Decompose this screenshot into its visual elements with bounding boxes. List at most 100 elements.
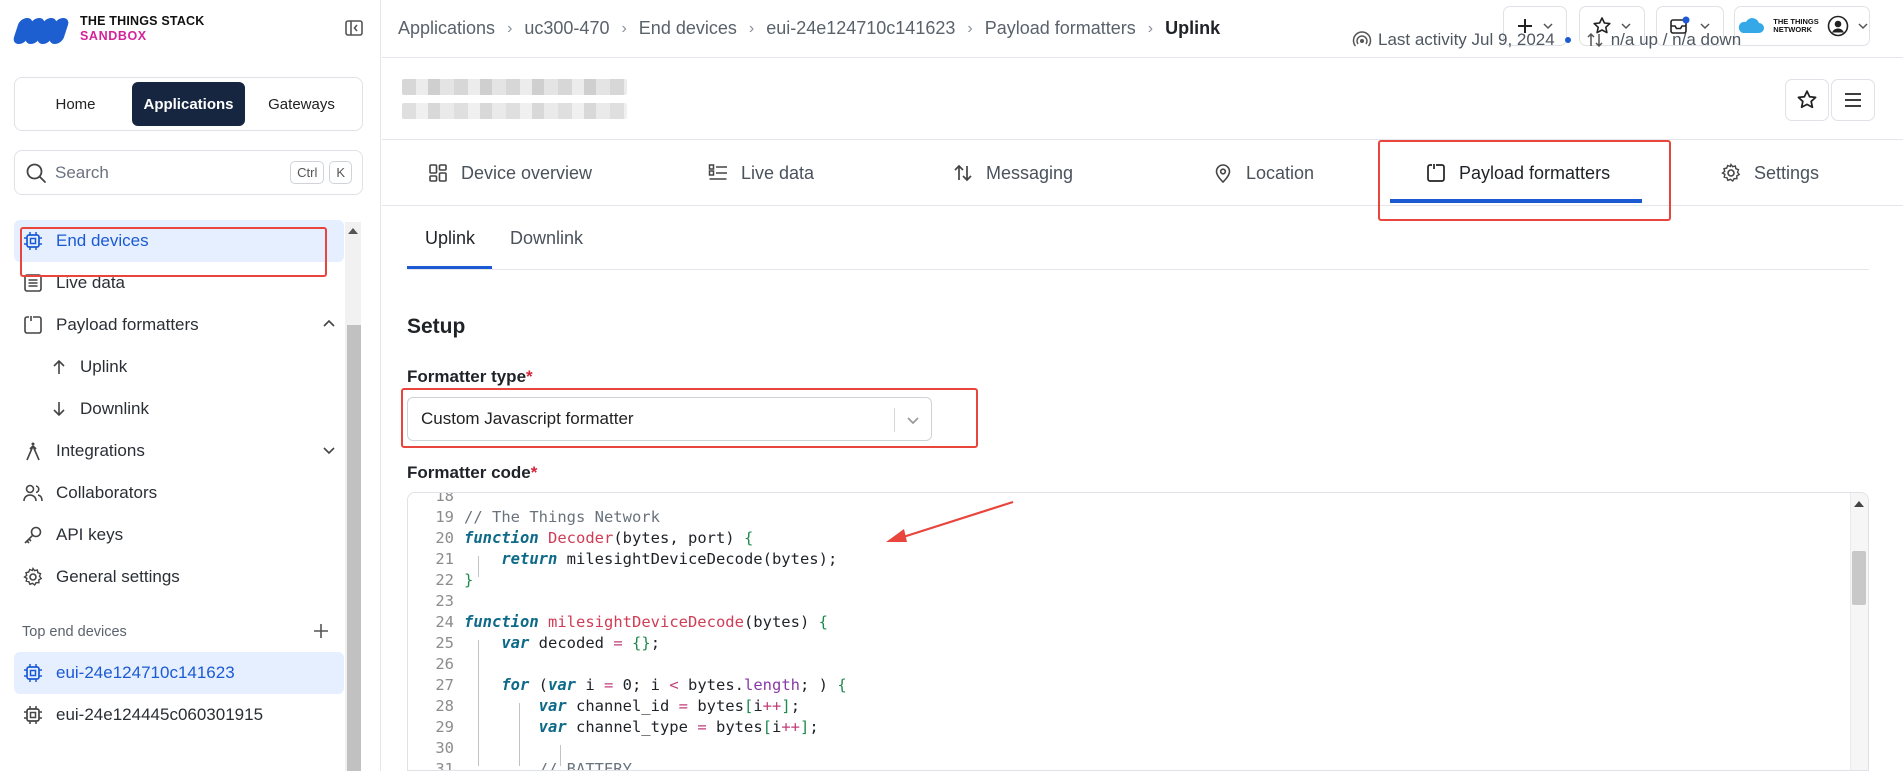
code-content[interactable]: 18 19 // The Things Network 20 function Deco… [408, 492, 847, 771]
sidebar-collapse-icon[interactable] [344, 18, 364, 38]
code-text[interactable]: return milesightDeviceDecode(bytes); [464, 549, 837, 570]
breadcrumb: Applications › uc300-470 › End devices › eu… [398, 18, 1220, 39]
code-line[interactable]: 24 function milesightDeviceDecode(bytes) … [408, 612, 847, 633]
search-input[interactable] [55, 162, 286, 183]
tab-messaging[interactable]: Messaging [952, 140, 1073, 206]
favorite-device-button[interactable] [1785, 79, 1829, 121]
chevron-down-icon [1858, 23, 1868, 30]
tab-label: Location [1246, 162, 1315, 183]
sidebar-item-uplink[interactable]: Uplink [14, 346, 344, 388]
signal-icon [1352, 31, 1372, 47]
breadcrumb-payload-formatters[interactable]: Payload formatters [985, 18, 1136, 39]
network-label-2: NETWORK [1773, 25, 1813, 34]
device-item-2[interactable]: eui-24e124445c060301915 [14, 694, 344, 736]
sidebar-item-live-data[interactable]: Live data [14, 262, 344, 304]
line-number: 25 [435, 634, 454, 652]
line-number: 20 [435, 529, 454, 547]
users-icon [23, 484, 43, 502]
code-line[interactable]: 29 var channel_type = bytes[i++]; [408, 717, 847, 738]
sidebar-item-downlink[interactable]: Downlink [14, 388, 344, 430]
chevron-down-icon[interactable] [322, 443, 336, 457]
key-icon [24, 526, 42, 544]
breadcrumb-applications[interactable]: Applications [398, 18, 495, 39]
code-text[interactable]: // BATTERY [464, 759, 632, 770]
chip-icon [24, 664, 42, 682]
formatter-type-label: Formatter type* [407, 367, 533, 387]
code-text[interactable]: for (var i = 0; i < bytes.length; ) { [464, 675, 846, 696]
device-item-1[interactable]: eui-24e124710c141623 [14, 652, 344, 694]
code-text[interactable]: var channel_id = bytes[i++]; [464, 696, 800, 717]
chevron-down-icon[interactable] [905, 412, 921, 428]
indent-guide [478, 556, 479, 577]
code-line[interactable]: 26 [408, 654, 847, 675]
search-box[interactable]: Ctrl K [14, 150, 363, 195]
line-number: 18 [435, 492, 454, 505]
sidebar-item-api-keys[interactable]: API keys [14, 514, 344, 556]
subtab-uplink[interactable]: Uplink [425, 206, 475, 270]
nav-gateways[interactable]: Gateways [245, 82, 358, 126]
code-text[interactable]: // The Things Network [464, 507, 660, 528]
code-line[interactable]: 20 function Decoder(bytes, port) { [408, 528, 847, 549]
code-line[interactable]: 23 [408, 591, 847, 612]
selected-value: Custom Javascript formatter [421, 409, 634, 428]
line-number: 21 [435, 550, 454, 568]
hamburger-menu-icon [1845, 93, 1861, 107]
shortcut-k: K [329, 161, 352, 184]
breadcrumb-device[interactable]: eui-24e124710c141623 [766, 18, 955, 39]
tab-location[interactable]: Location [1212, 140, 1314, 206]
line-number: 30 [435, 739, 454, 757]
top-navigation: Home Applications Gateways [14, 77, 363, 131]
subtab-downlink[interactable]: Downlink [510, 206, 583, 270]
code-line[interactable]: 27 for (var i = 0; i < bytes.length; ) { [408, 675, 846, 696]
section-label: Top end devices [22, 624, 127, 640]
tab-payload-formatters[interactable]: Payload formatters [1425, 140, 1610, 206]
code-line[interactable]: 19 // The Things Network [408, 507, 847, 528]
code-text[interactable]: var decoded = {}; [464, 633, 660, 654]
device-menu-button[interactable] [1831, 79, 1875, 121]
code-line[interactable]: 31 // BATTERY [408, 759, 847, 771]
sidebar-item-collaborators[interactable]: Collaborators [14, 472, 344, 514]
formatter-type-select[interactable]: Custom Javascript formatter [407, 397, 932, 441]
tab-live-data[interactable]: Live data [707, 140, 814, 206]
gear-icon [23, 567, 43, 587]
breadcrumb-separator-icon: › [621, 19, 627, 37]
code-line[interactable]: 21 return milesightDeviceDecode(bytes); [408, 549, 847, 570]
code-text[interactable]: var channel_type = bytes[i++]; [464, 717, 819, 738]
nav-applications[interactable]: Applications [132, 82, 245, 126]
chevron-up-icon[interactable] [322, 317, 336, 331]
sidebar-item-payload-formatters[interactable]: Payload formatters [14, 304, 344, 346]
nav-home[interactable]: Home [19, 82, 132, 126]
device-label: eui-24e124710c141623 [56, 663, 235, 682]
device-header [382, 58, 1903, 140]
sidebar: THE THINGS STACK SANDBOX Home Applicatio… [0, 0, 381, 771]
tab-settings[interactable]: Settings [1720, 140, 1819, 206]
account-menu-button[interactable]: THE THINGS NETWORK [1734, 6, 1870, 46]
code-editor[interactable]: 18 19 // The Things Network 20 function Deco… [407, 492, 1869, 771]
code-line[interactable]: 28 var channel_id = bytes[i++]; [408, 696, 847, 717]
sidebar-item-integrations[interactable]: Integrations [14, 430, 344, 472]
breadcrumb-end-devices[interactable]: End devices [639, 18, 737, 39]
tab-label: Live data [741, 162, 815, 183]
sidebar-item-general-settings[interactable]: General settings [14, 556, 344, 598]
sidebar-item-end-devices[interactable]: End devices [14, 220, 344, 262]
chip-icon [24, 232, 42, 250]
code-text[interactable]: function milesightDeviceDecode(bytes) { [464, 612, 828, 633]
editor-scrollbar[interactable] [1850, 493, 1868, 770]
tab-device-overview[interactable]: Device overview [427, 140, 592, 206]
scroll-up-arrow-icon[interactable] [1854, 501, 1864, 507]
code-text[interactable]: function Decoder(bytes, port) { [464, 528, 753, 549]
code-line[interactable]: 30 [408, 738, 847, 759]
code-line[interactable]: 18 [408, 492, 847, 507]
line-number: 31 [435, 760, 454, 771]
sidebar-scroll-thumb[interactable] [347, 325, 361, 771]
editor-scroll-thumb[interactable] [1852, 551, 1866, 605]
breadcrumb-application[interactable]: uc300-470 [524, 18, 609, 39]
code-text[interactable]: } [464, 570, 473, 591]
code-line[interactable]: 25 var decoded = {}; [408, 633, 847, 654]
scroll-up-arrow-icon[interactable] [348, 228, 358, 234]
brand-line-2: SANDBOX [80, 29, 147, 43]
tab-label: Settings [1754, 162, 1820, 183]
brand-logo[interactable]: THE THINGS STACK SANDBOX [11, 14, 205, 44]
add-icon[interactable] [312, 622, 330, 640]
code-line[interactable]: 22} [408, 570, 847, 591]
